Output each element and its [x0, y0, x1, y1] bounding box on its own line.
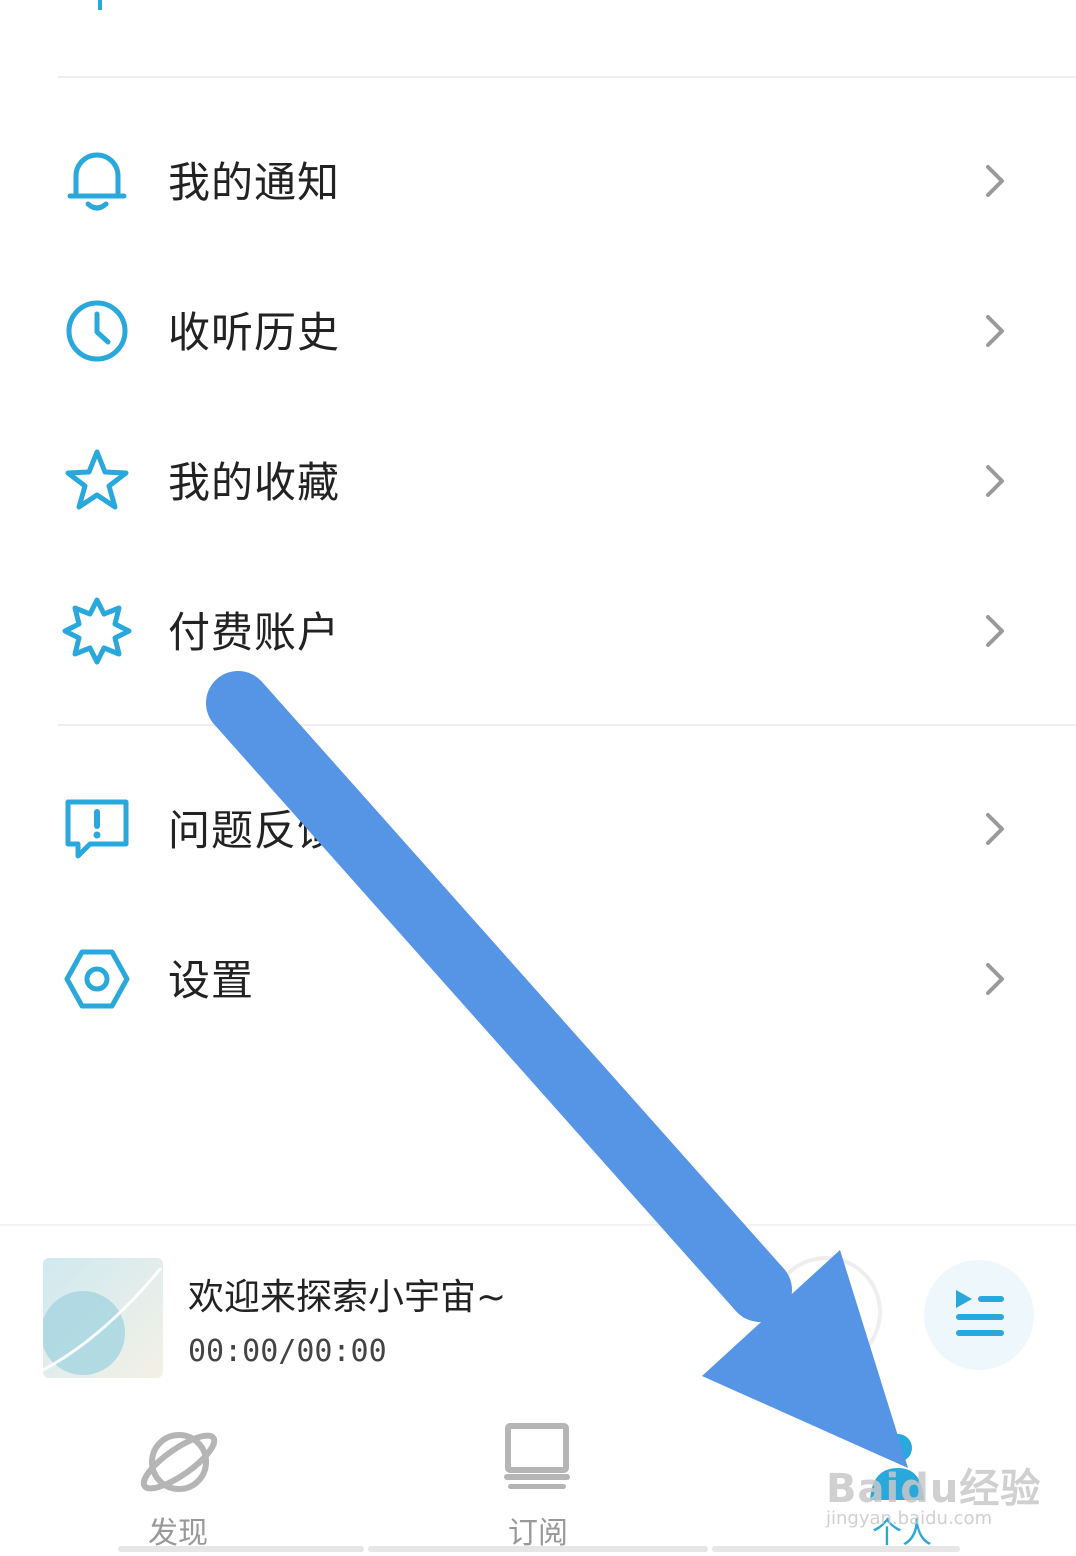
playlist-button[interactable] [924, 1260, 1034, 1370]
chevron-right-icon [986, 963, 1004, 995]
playlist-icon [956, 1290, 1004, 1336]
settings-icon [64, 949, 130, 1009]
chevron-right-icon [986, 813, 1004, 845]
divider [58, 724, 1076, 726]
tab-subscribe[interactable]: 订阅 [368, 1404, 708, 1556]
bell-icon [67, 152, 127, 211]
menu-item-label: 收听历史 [168, 308, 341, 357]
menu-item-history[interactable]: 收听历史 [0, 258, 1076, 398]
watermark-url: jingyan.baidu.com [826, 1508, 993, 1529]
chevron-right-icon [986, 465, 1004, 497]
planet-icon [140, 1432, 218, 1492]
header-fragment [98, 0, 102, 10]
divider [58, 76, 1076, 78]
subscribe-icon [504, 1423, 570, 1489]
play-button[interactable] [770, 1256, 882, 1368]
planet-cover-icon [43, 1258, 163, 1378]
player-title: 欢迎来探索小宇宙~ [188, 1277, 507, 1318]
menu-item-notifications[interactable]: 我的通知 [0, 108, 1076, 248]
tab-discover[interactable]: 发现 [120, 1404, 365, 1556]
clock-icon [66, 300, 128, 362]
chevron-right-icon [986, 315, 1004, 347]
feedback-icon [65, 799, 129, 859]
menu-item-label: 我的通知 [168, 158, 341, 207]
menu-item-label: 设置 [168, 956, 255, 1005]
tab-underline [118, 1546, 364, 1552]
menu-item-label: 付费账户 [168, 608, 341, 657]
player-time: 00:00/00:00 [188, 1334, 387, 1369]
menu-item-label: 问题反馈 [168, 806, 341, 855]
menu-item-feedback[interactable]: 问题反馈 [0, 756, 1076, 896]
watermark: Baidu经验 [826, 1466, 1042, 1512]
tab-underline [712, 1546, 960, 1552]
mini-player[interactable]: 欢迎来探索小宇宙~ 00:00/00:00 [0, 1224, 1076, 1406]
menu-item-settings[interactable]: 设置 [0, 906, 1076, 1046]
menu-item-favorites[interactable]: 我的收藏 [0, 408, 1076, 548]
menu-item-label: 我的收藏 [168, 458, 341, 507]
menu-item-paid-account[interactable]: 付费账户 [0, 558, 1076, 698]
chevron-right-icon [986, 165, 1004, 197]
badge-icon [62, 597, 132, 665]
chevron-right-icon [986, 615, 1004, 647]
podcast-cover[interactable] [43, 1258, 163, 1378]
tab-underline [368, 1546, 708, 1552]
star-icon [65, 449, 129, 510]
